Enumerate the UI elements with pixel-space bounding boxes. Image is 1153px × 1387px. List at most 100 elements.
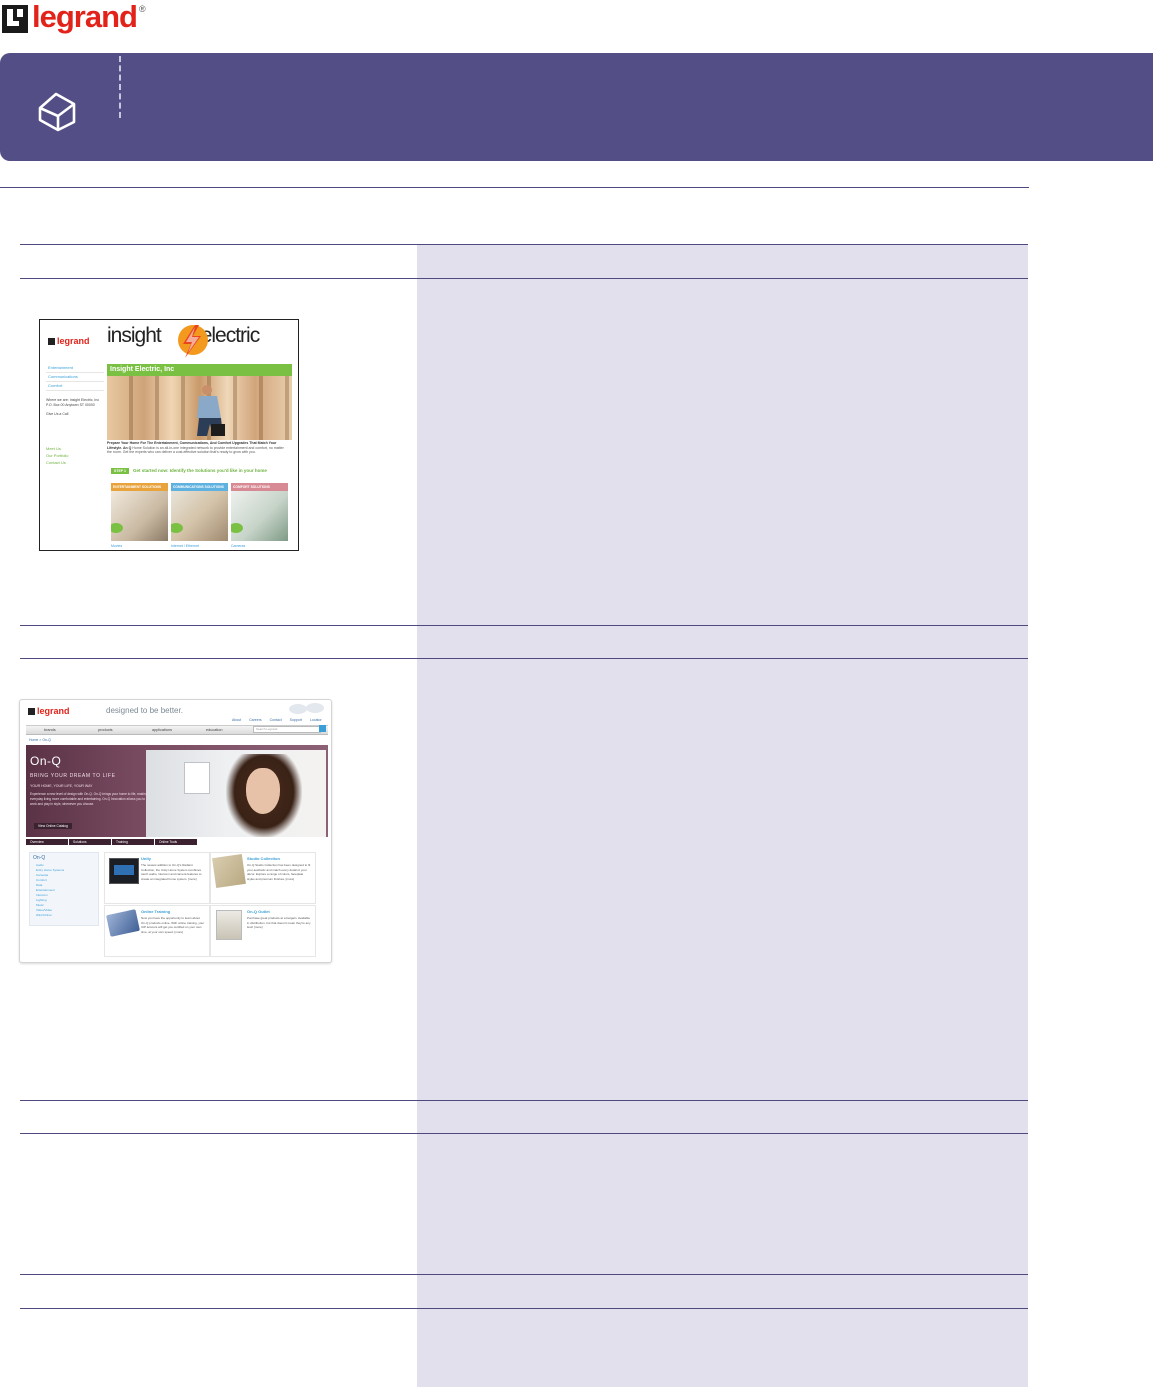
communications-card-header: COMMUNICATIONS SOLUTIONS bbox=[171, 483, 228, 491]
insight-nav-item[interactable]: Communications bbox=[46, 373, 104, 382]
onq-legrand-logo: legrand bbox=[28, 706, 70, 716]
comfort-card[interactable]: COMFORT SOLUTIONS bbox=[231, 483, 288, 541]
insight-cta-text: Get started now: Identify the Solutions … bbox=[133, 468, 267, 473]
search-button[interactable] bbox=[319, 725, 326, 732]
table-rule bbox=[20, 278, 1028, 279]
table-rule bbox=[20, 1308, 1028, 1309]
registered-mark: ® bbox=[138, 4, 146, 14]
comfort-card-image bbox=[231, 491, 288, 541]
view-catalog-button[interactable]: View Online Catalog bbox=[34, 823, 72, 829]
tab-training[interactable]: Training bbox=[112, 839, 154, 845]
top-link[interactable]: About bbox=[232, 718, 241, 722]
top-link[interactable]: Contact bbox=[270, 718, 282, 722]
entertainment-card-header: ENTERTAINMENT SOLUTIONS bbox=[111, 483, 168, 491]
card-caption[interactable]: Movies bbox=[111, 544, 122, 548]
insight-address-text: Where we are: Insight Electric, Inc P.O.… bbox=[46, 398, 100, 407]
table-rule bbox=[20, 1274, 1028, 1275]
studio-collection-image bbox=[212, 854, 246, 888]
insight-title-left: insight bbox=[107, 324, 162, 347]
insight-cta[interactable]: STEP 1 Get started now: Identify the Solu… bbox=[111, 468, 267, 474]
onq-outlet-image bbox=[216, 910, 242, 940]
box-text: Now you have the opportunity to learn ab… bbox=[141, 916, 205, 934]
house-icon bbox=[36, 88, 78, 132]
insight-hero-photo bbox=[107, 376, 292, 440]
onq-tabs: Overview Solutions Training Online Tools bbox=[26, 839, 197, 845]
onq-logo-text: legrand bbox=[37, 706, 70, 716]
nav-item[interactable]: education bbox=[188, 726, 242, 734]
insight-solution-cards: ENTERTAINMENT SOLUTIONS COMMUNICATIONS S… bbox=[111, 483, 288, 541]
table-rule bbox=[20, 1133, 1028, 1134]
insight-side-links: Meet Us Our Portfolio Contact Us bbox=[46, 445, 68, 466]
box-title[interactable]: Online Training bbox=[141, 909, 170, 914]
table-rule bbox=[20, 1100, 1028, 1101]
communications-card[interactable]: COMMUNICATIONS SOLUTIONS bbox=[171, 483, 228, 541]
box-text: The newest addition to On-Q's Radiant Co… bbox=[141, 863, 202, 881]
card-caption[interactable]: Internet / Ethernet bbox=[171, 544, 199, 548]
legrand-mark-icon bbox=[28, 708, 35, 715]
insight-intro: Prepare Your Home For The Entertainment,… bbox=[107, 441, 289, 455]
tab-overview[interactable]: Overview bbox=[26, 839, 68, 845]
comfort-card-header: COMFORT SOLUTIONS bbox=[231, 483, 288, 491]
banner-divider bbox=[119, 56, 121, 118]
insight-electric-screenshot: legrand insight electric Entertainment Co… bbox=[39, 319, 299, 551]
insight-side-link[interactable]: Our Portfolio bbox=[46, 452, 68, 459]
box-title[interactable]: Unity bbox=[141, 856, 151, 861]
table-rule bbox=[20, 658, 1028, 659]
top-link[interactable]: Locator bbox=[310, 718, 322, 722]
box-title[interactable]: On-Q Outlet bbox=[247, 909, 270, 914]
table-rule bbox=[20, 625, 1028, 626]
section-rule bbox=[0, 187, 1029, 188]
card-badge-icon bbox=[231, 523, 243, 533]
communications-card-image bbox=[171, 491, 228, 541]
entertainment-card-image bbox=[111, 491, 168, 541]
insight-nav-item[interactable]: Entertainment bbox=[46, 364, 104, 373]
right-column-panel bbox=[417, 244, 1028, 1387]
unity-device-image bbox=[109, 858, 139, 884]
insight-address: Where we are: Insight Electric, Inc P.O.… bbox=[46, 398, 102, 417]
top-link[interactable]: Careers bbox=[249, 718, 261, 722]
insight-heading: Insight Electric, Inc bbox=[107, 364, 292, 376]
tab-online-tools[interactable]: Online Tools bbox=[155, 839, 197, 845]
onq-hero-subtitle2: YOUR HOME, YOUR LIFE, YOUR WAY bbox=[30, 784, 93, 788]
top-link[interactable]: Support bbox=[290, 718, 302, 722]
woman-face bbox=[246, 768, 280, 814]
insight-cta-step: STEP 1 bbox=[111, 468, 129, 474]
wall-panel-device bbox=[184, 762, 210, 794]
header-banner bbox=[0, 53, 1153, 161]
onq-hero-photo bbox=[146, 750, 326, 837]
box-text: On-Q Studio Collection has been designed… bbox=[247, 863, 311, 881]
table-rule bbox=[20, 244, 1028, 245]
entertainment-card[interactable]: ENTERTAINMENT SOLUTIONS bbox=[111, 483, 168, 541]
insight-logo-text: legrand bbox=[57, 336, 90, 346]
onq-hero-subtitle: BRING YOUR DREAM TO LIFE bbox=[30, 773, 116, 779]
insight-nav: Entertainment Communications Comfort bbox=[46, 364, 104, 391]
legrand-mark-icon bbox=[48, 338, 55, 345]
nav-item[interactable]: products bbox=[80, 726, 134, 734]
onq-top-links: About Careers Contact Support Locator bbox=[232, 718, 322, 722]
logo-wordmark: legrand bbox=[32, 0, 138, 34]
insight-phone-label: Give Us a Call bbox=[46, 412, 69, 416]
onq-search-input[interactable]: Search Legrand bbox=[253, 726, 321, 733]
insight-side-link[interactable]: Meet Us bbox=[46, 445, 68, 452]
insight-nav-item[interactable]: Comfort bbox=[46, 382, 104, 391]
insight-side-link[interactable]: Contact Us bbox=[46, 459, 68, 466]
onq-left-nav: On-Q Audio Entry Home Systems Cameras Co… bbox=[29, 852, 99, 926]
card-badge-icon bbox=[111, 523, 123, 533]
nav-item[interactable]: applications bbox=[134, 726, 188, 734]
onq-hero-body: Experience a new level of design with On… bbox=[30, 792, 148, 806]
card-badge-icon bbox=[171, 523, 183, 533]
world-map-icon bbox=[286, 702, 326, 716]
breadcrumb[interactable]: Home > On-Q bbox=[29, 738, 51, 742]
legrand-logo-mark-icon bbox=[2, 5, 28, 33]
legrand-logo: legrand ® bbox=[2, 0, 146, 38]
onq-screenshot: legrand designed to be better. About Car… bbox=[19, 699, 332, 963]
box-title[interactable]: Studio Collection bbox=[247, 856, 280, 861]
card-caption[interactable]: Cameras bbox=[231, 544, 245, 548]
tab-solutions[interactable]: Solutions bbox=[69, 839, 111, 845]
onq-tagline: designed to be better. bbox=[106, 706, 183, 715]
left-nav-title: On-Q bbox=[33, 855, 46, 861]
onq-hero-title: On-Q bbox=[30, 754, 62, 768]
nav-item[interactable]: brands bbox=[26, 726, 80, 734]
left-nav-item[interactable]: Wire/Chime bbox=[30, 913, 98, 918]
insight-intro-text: Home Solution is an all-in-one integrate… bbox=[107, 445, 284, 455]
